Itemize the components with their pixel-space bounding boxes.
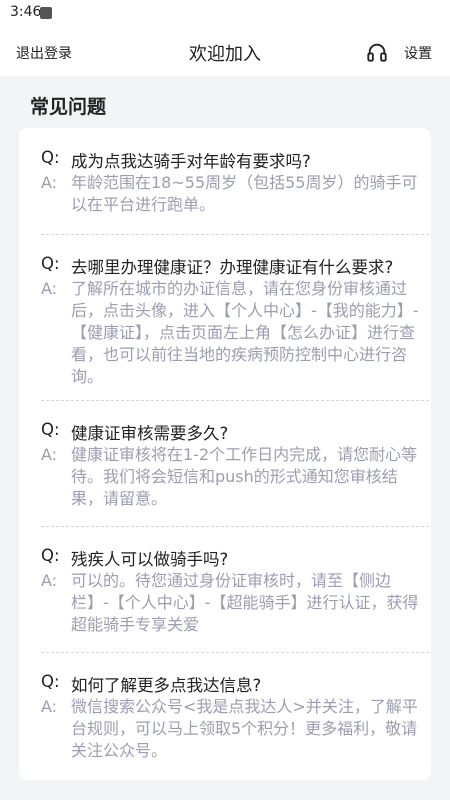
answer-prefix: A: bbox=[41, 173, 58, 192]
faq-answer: A: 年龄范围在18~55周岁（包括55周岁）的骑手可以在平台进行跑单。 bbox=[41, 172, 421, 216]
status-bar: 3:46 bbox=[0, 0, 450, 28]
question-text: 残疾人可以做骑手吗? bbox=[71, 550, 229, 569]
faq-title: 常见问题 bbox=[30, 96, 107, 118]
question-text: 成为点我达骑手对年龄有要求吗? bbox=[71, 152, 311, 171]
faq-question: Q: 残疾人可以做骑手吗? bbox=[41, 546, 421, 570]
headset-icon[interactable] bbox=[366, 41, 388, 63]
answer-prefix: A: bbox=[41, 279, 58, 298]
question-text: 如何了解更多点我达信息? bbox=[71, 676, 262, 695]
question-prefix: Q: bbox=[41, 254, 60, 273]
answer-text: 微信搜索公众号<我是点我达人>并关注，了解平台规则，可以马上领取5个积分！更多福… bbox=[71, 697, 418, 760]
divider bbox=[41, 234, 429, 235]
divider bbox=[41, 652, 429, 653]
settings-button[interactable]: 设置 bbox=[404, 43, 432, 63]
faq-answer: A: 微信搜索公众号<我是点我达人>并关注，了解平台规则，可以马上领取5个积分！… bbox=[41, 696, 421, 762]
question-text: 健康证审核需要多久? bbox=[71, 424, 229, 443]
answer-prefix: A: bbox=[41, 697, 58, 716]
nav-bar: 退出登录 欢迎加入 设置 bbox=[0, 28, 450, 76]
answer-text: 了解所在城市的办证信息，请在您身份审核通过后，点击头像，进入【个人中心】-【我的… bbox=[71, 279, 419, 386]
faq-answer: A: 可以的。待您通过身份证审核时，请至【侧边栏】-【个人中心】-【超能骑手】进… bbox=[41, 570, 421, 636]
faq-question: Q: 如何了解更多点我达信息? bbox=[41, 672, 421, 696]
answer-text: 健康证审核将在1-2个工作日内完成，请您耐心等待。我们将会短信和push的形式通… bbox=[71, 445, 418, 508]
faq-answer: A: 健康证审核将在1-2个工作日内完成，请您耐心等待。我们将会短信和push的… bbox=[41, 444, 421, 510]
faq-answer: A: 了解所在城市的办证信息，请在您身份审核通过后，点击头像，进入【个人中心】-… bbox=[41, 278, 421, 388]
answer-text: 可以的。待您通过身份证审核时，请至【侧边栏】-【个人中心】-【超能骑手】进行认证… bbox=[71, 571, 419, 634]
answer-text: 年龄范围在18~55周岁（包括55周岁）的骑手可以在平台进行跑单。 bbox=[71, 173, 418, 214]
faq-question: Q: 去哪里办理健康证？办理健康证有什么要求? bbox=[41, 254, 421, 278]
faq-question: Q: 成为点我达骑手对年龄有要求吗? bbox=[41, 148, 421, 172]
question-text: 去哪里办理健康证？办理健康证有什么要求? bbox=[71, 258, 394, 277]
question-prefix: Q: bbox=[41, 672, 60, 691]
faq-question: Q: 健康证审核需要多久? bbox=[41, 420, 421, 444]
divider bbox=[41, 526, 429, 527]
answer-prefix: A: bbox=[41, 571, 58, 590]
answer-prefix: A: bbox=[41, 445, 58, 464]
question-prefix: Q: bbox=[41, 420, 60, 439]
status-time: 3:46 bbox=[10, 4, 42, 20]
notification-icon bbox=[40, 7, 52, 19]
question-prefix: Q: bbox=[41, 148, 60, 167]
faq-card: Q: 成为点我达骑手对年龄有要求吗? A: 年龄范围在18~55周岁（包括55周… bbox=[19, 128, 431, 780]
divider bbox=[41, 400, 429, 401]
question-prefix: Q: bbox=[41, 546, 60, 565]
